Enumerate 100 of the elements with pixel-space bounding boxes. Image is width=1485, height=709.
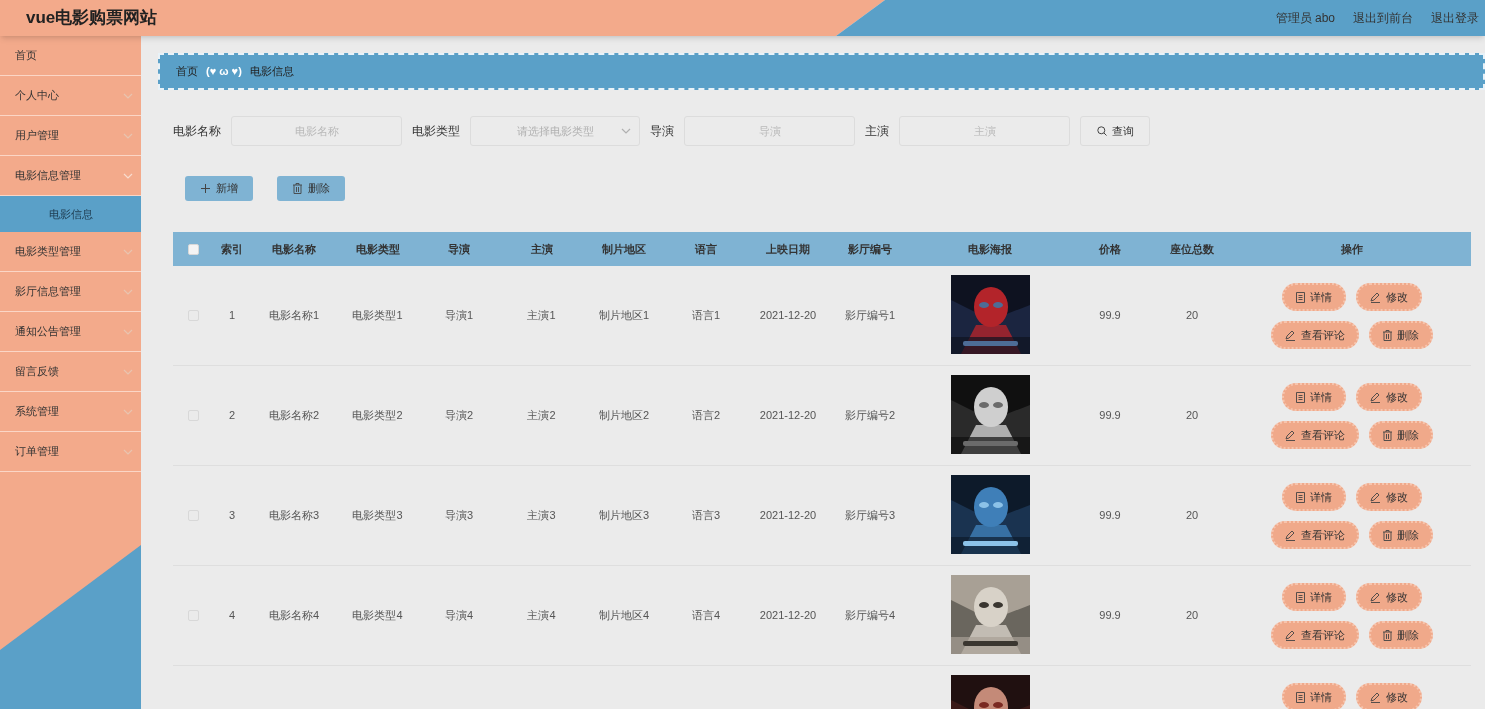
table-cell-text: 导演3 bbox=[443, 508, 475, 524]
table-cell-text: 20 bbox=[1184, 308, 1200, 324]
pencil-icon bbox=[1285, 429, 1296, 441]
action-button[interactable]: 删除 bbox=[1369, 421, 1433, 449]
table-cell-text: 99.9 bbox=[1098, 608, 1122, 624]
header-link[interactable]: 管理员 abo bbox=[1275, 9, 1335, 27]
plus-icon bbox=[200, 184, 210, 193]
menu-item[interactable]: 系统管理 bbox=[0, 392, 141, 432]
table-cell-text: 语言4 bbox=[690, 608, 722, 624]
action-button[interactable]: 详情 bbox=[1282, 283, 1346, 311]
action-button[interactable]: 查看评论 bbox=[1271, 621, 1359, 649]
menu-item[interactable]: 首页 bbox=[0, 36, 141, 76]
table-cell-text: 4 bbox=[227, 608, 237, 624]
table-cell-text: 电影类型1 bbox=[351, 308, 404, 324]
column-header: 操作 bbox=[1340, 241, 1364, 257]
table-cell-text: 99.9 bbox=[1098, 408, 1122, 424]
pencil-icon bbox=[1285, 329, 1296, 341]
table-cell-text: 语言1 bbox=[690, 308, 722, 324]
document-icon bbox=[1296, 591, 1305, 603]
header-link[interactable]: 退出到前台 bbox=[1353, 9, 1413, 27]
action-button[interactable]: 删除 bbox=[1369, 521, 1433, 549]
column-header: 电影类型 bbox=[354, 241, 401, 257]
table-cell-text: 制片地区4 bbox=[597, 608, 651, 624]
menu-item[interactable]: 个人中心 bbox=[0, 76, 141, 116]
menu-item[interactable]: 电影类型管理 bbox=[0, 232, 141, 272]
table-cell-text: 3 bbox=[227, 508, 237, 524]
action-button[interactable]: 修改 bbox=[1356, 283, 1422, 311]
column-header: 索引 bbox=[220, 241, 244, 257]
action-button[interactable]: 修改 bbox=[1356, 683, 1422, 709]
checkbox[interactable] bbox=[187, 243, 199, 255]
search-icon bbox=[1096, 126, 1107, 136]
trash-icon bbox=[1383, 429, 1392, 441]
table-cell-text: 20 bbox=[1184, 508, 1200, 524]
document-icon bbox=[1296, 291, 1305, 303]
action-button[interactable]: 详情 bbox=[1282, 383, 1346, 411]
table-cell-text: 制片地区2 bbox=[597, 408, 651, 424]
column-header: 影厅编号 bbox=[847, 241, 893, 257]
delete-button[interactable]: 删除 bbox=[277, 176, 345, 201]
add-button[interactable]: 新增 bbox=[185, 176, 253, 201]
table-cell-text: 影厅编号2 bbox=[843, 408, 897, 424]
action-button[interactable]: 详情 bbox=[1282, 683, 1346, 709]
table-cell-text: 电影类型2 bbox=[351, 408, 404, 424]
table-cell-text: 影厅编号1 bbox=[843, 308, 897, 324]
table-cell-text: 主演3 bbox=[526, 508, 557, 524]
table-cell-text: 导演1 bbox=[443, 308, 475, 324]
table-cell-text: 制片地区3 bbox=[597, 508, 651, 524]
action-button[interactable]: 删除 bbox=[1369, 321, 1433, 349]
pencil-icon bbox=[1285, 529, 1296, 541]
column-header: 电影海报 bbox=[967, 241, 1013, 257]
action-button[interactable]: 修改 bbox=[1356, 383, 1422, 411]
breadcrumb-item[interactable]: 首页 bbox=[176, 63, 198, 80]
header-link[interactable]: 退出登录 bbox=[1431, 9, 1479, 27]
table-cell-text: 语言3 bbox=[690, 508, 722, 524]
menu-item[interactable]: 影厅信息管理 bbox=[0, 272, 141, 312]
action-button[interactable]: 查看评论 bbox=[1271, 421, 1359, 449]
table-cell-text: 主演1 bbox=[526, 308, 557, 324]
field-label: 电影名称 bbox=[173, 123, 221, 140]
menu-item[interactable]: 订单管理 bbox=[0, 432, 141, 472]
action-button[interactable]: 修改 bbox=[1356, 583, 1422, 611]
table-cell-text: 2021-12-20 bbox=[758, 408, 818, 424]
table-cell-text: 2021-12-20 bbox=[758, 308, 818, 324]
column-header: 制片地区 bbox=[601, 241, 647, 257]
table-cell-text: 电影名称2 bbox=[267, 408, 321, 424]
column-header: 语言 bbox=[694, 241, 718, 257]
menu-item[interactable]: 用户管理 bbox=[0, 116, 141, 156]
trash-icon bbox=[292, 183, 302, 194]
table-cell-text: 2021-12-20 bbox=[758, 608, 818, 624]
document-icon bbox=[1296, 491, 1305, 503]
menu-item[interactable]: 留言反馈 bbox=[0, 352, 141, 392]
column-header: 主演 bbox=[529, 241, 554, 257]
search-button[interactable]: 查询 bbox=[1080, 116, 1150, 146]
column-header: 电影名称 bbox=[271, 241, 317, 257]
submenu-item[interactable]: 电影信息 bbox=[0, 196, 141, 232]
pencil-icon bbox=[1370, 491, 1381, 503]
action-button[interactable]: 修改 bbox=[1356, 483, 1422, 511]
table-cell-text: 99.9 bbox=[1098, 508, 1122, 524]
breadcrumb-item[interactable]: 电影信息 bbox=[249, 63, 294, 80]
table-cell-text: 电影名称1 bbox=[267, 308, 321, 324]
field-label: 主演 bbox=[865, 123, 889, 140]
table-cell-text: 主演2 bbox=[526, 408, 557, 424]
table-cell-text: 1 bbox=[227, 308, 237, 324]
pencil-icon bbox=[1370, 691, 1381, 703]
column-header: 价格 bbox=[1098, 241, 1122, 257]
pencil-icon bbox=[1370, 591, 1381, 603]
chevron-down-icon bbox=[621, 128, 631, 134]
action-button[interactable]: 详情 bbox=[1282, 483, 1346, 511]
table-cell-text: 影厅编号4 bbox=[843, 608, 897, 624]
pencil-icon bbox=[1370, 291, 1381, 303]
table-cell-text: 2021-12-20 bbox=[758, 508, 818, 524]
table-cell-text: 99.9 bbox=[1098, 308, 1122, 324]
action-button[interactable]: 查看评论 bbox=[1271, 521, 1359, 549]
document-icon bbox=[1296, 391, 1305, 403]
table-cell-text: 影厅编号3 bbox=[843, 508, 897, 524]
action-button[interactable]: 查看评论 bbox=[1271, 321, 1359, 349]
trash-icon bbox=[1383, 329, 1392, 341]
menu-item[interactable]: 通知公告管理 bbox=[0, 312, 141, 352]
action-button[interactable]: 详情 bbox=[1282, 583, 1346, 611]
table-cell-text: 主演4 bbox=[526, 608, 557, 624]
action-button[interactable]: 删除 bbox=[1369, 621, 1433, 649]
pencil-icon bbox=[1285, 629, 1296, 641]
